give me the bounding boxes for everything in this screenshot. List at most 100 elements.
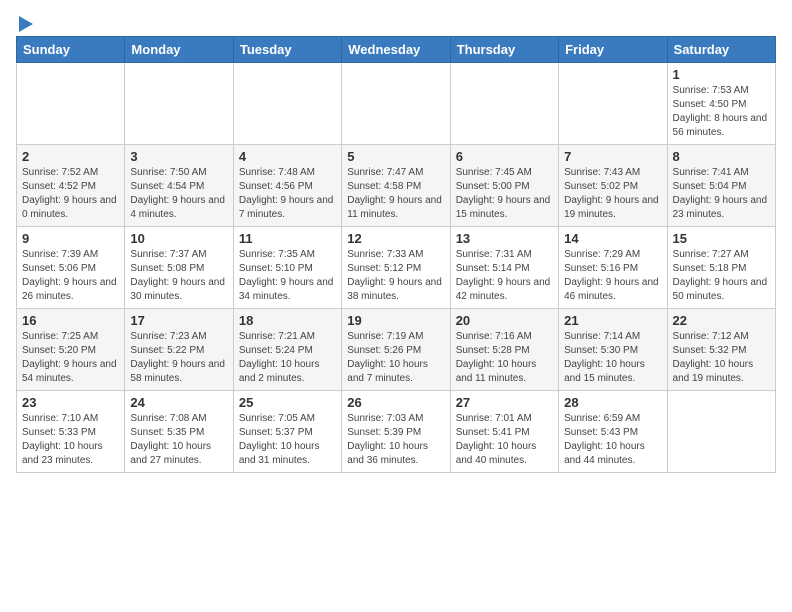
calendar-week-row: 2 Sunrise: 7:52 AM Sunset: 4:52 PM Daylig… (17, 145, 776, 227)
col-header-tuesday: Tuesday (233, 37, 341, 63)
col-header-thursday: Thursday (450, 37, 558, 63)
day-info: Sunrise: 7:43 AM Sunset: 5:02 PM Dayligh… (564, 166, 661, 222)
day-number: 21 (564, 313, 661, 328)
calendar-cell: 23 Sunrise: 7:10 AM Sunset: 5:33 PM Dayli… (17, 391, 125, 473)
day-info: Sunrise: 7:37 AM Sunset: 5:08 PM Dayligh… (130, 248, 227, 304)
day-info: Sunrise: 7:35 AM Sunset: 5:10 PM Dayligh… (239, 248, 336, 304)
calendar-cell: 18 Sunrise: 7:21 AM Sunset: 5:24 PM Dayli… (233, 309, 341, 391)
day-info: Sunrise: 7:33 AM Sunset: 5:12 PM Dayligh… (347, 248, 444, 304)
day-info: Sunrise: 7:05 AM Sunset: 5:37 PM Dayligh… (239, 412, 336, 468)
day-number: 28 (564, 395, 661, 410)
calendar-table: SundayMondayTuesdayWednesdayThursdayFrid… (16, 36, 776, 473)
col-header-wednesday: Wednesday (342, 37, 450, 63)
calendar-cell: 24 Sunrise: 7:08 AM Sunset: 5:35 PM Dayli… (125, 391, 233, 473)
page-header (16, 16, 776, 28)
calendar-week-row: 1 Sunrise: 7:53 AM Sunset: 4:50 PM Daylig… (17, 63, 776, 145)
col-header-friday: Friday (559, 37, 667, 63)
day-info: Sunrise: 7:52 AM Sunset: 4:52 PM Dayligh… (22, 166, 119, 222)
day-info: Sunrise: 7:48 AM Sunset: 4:56 PM Dayligh… (239, 166, 336, 222)
calendar-cell: 5 Sunrise: 7:47 AM Sunset: 4:58 PM Daylig… (342, 145, 450, 227)
calendar-cell (667, 391, 775, 473)
day-number: 15 (673, 231, 770, 246)
calendar-cell: 3 Sunrise: 7:50 AM Sunset: 4:54 PM Daylig… (125, 145, 233, 227)
day-info: Sunrise: 7:50 AM Sunset: 4:54 PM Dayligh… (130, 166, 227, 222)
day-number: 5 (347, 149, 444, 164)
calendar-cell: 8 Sunrise: 7:41 AM Sunset: 5:04 PM Daylig… (667, 145, 775, 227)
day-info: Sunrise: 7:45 AM Sunset: 5:00 PM Dayligh… (456, 166, 553, 222)
calendar-cell: 6 Sunrise: 7:45 AM Sunset: 5:00 PM Daylig… (450, 145, 558, 227)
day-info: Sunrise: 7:21 AM Sunset: 5:24 PM Dayligh… (239, 330, 336, 386)
day-number: 3 (130, 149, 227, 164)
day-info: Sunrise: 7:19 AM Sunset: 5:26 PM Dayligh… (347, 330, 444, 386)
calendar-week-row: 9 Sunrise: 7:39 AM Sunset: 5:06 PM Daylig… (17, 227, 776, 309)
day-number: 20 (456, 313, 553, 328)
day-info: Sunrise: 7:03 AM Sunset: 5:39 PM Dayligh… (347, 412, 444, 468)
calendar-cell: 27 Sunrise: 7:01 AM Sunset: 5:41 PM Dayli… (450, 391, 558, 473)
calendar-cell: 28 Sunrise: 6:59 AM Sunset: 5:43 PM Dayli… (559, 391, 667, 473)
day-info: Sunrise: 6:59 AM Sunset: 5:43 PM Dayligh… (564, 412, 661, 468)
day-number: 2 (22, 149, 119, 164)
calendar-cell: 19 Sunrise: 7:19 AM Sunset: 5:26 PM Dayli… (342, 309, 450, 391)
calendar-cell: 22 Sunrise: 7:12 AM Sunset: 5:32 PM Dayli… (667, 309, 775, 391)
day-number: 1 (673, 67, 770, 82)
day-number: 8 (673, 149, 770, 164)
col-header-monday: Monday (125, 37, 233, 63)
calendar-cell: 25 Sunrise: 7:05 AM Sunset: 5:37 PM Dayli… (233, 391, 341, 473)
day-number: 17 (130, 313, 227, 328)
day-number: 7 (564, 149, 661, 164)
day-number: 9 (22, 231, 119, 246)
col-header-saturday: Saturday (667, 37, 775, 63)
day-number: 25 (239, 395, 336, 410)
calendar-cell: 7 Sunrise: 7:43 AM Sunset: 5:02 PM Daylig… (559, 145, 667, 227)
day-info: Sunrise: 7:12 AM Sunset: 5:32 PM Dayligh… (673, 330, 770, 386)
calendar-cell: 26 Sunrise: 7:03 AM Sunset: 5:39 PM Dayli… (342, 391, 450, 473)
day-number: 10 (130, 231, 227, 246)
calendar-cell: 17 Sunrise: 7:23 AM Sunset: 5:22 PM Dayli… (125, 309, 233, 391)
day-number: 13 (456, 231, 553, 246)
calendar-cell: 14 Sunrise: 7:29 AM Sunset: 5:16 PM Dayli… (559, 227, 667, 309)
day-number: 24 (130, 395, 227, 410)
calendar-cell: 13 Sunrise: 7:31 AM Sunset: 5:14 PM Dayli… (450, 227, 558, 309)
calendar-cell (342, 63, 450, 145)
calendar-cell: 16 Sunrise: 7:25 AM Sunset: 5:20 PM Dayli… (17, 309, 125, 391)
calendar-cell: 11 Sunrise: 7:35 AM Sunset: 5:10 PM Dayli… (233, 227, 341, 309)
day-number: 18 (239, 313, 336, 328)
day-info: Sunrise: 7:39 AM Sunset: 5:06 PM Dayligh… (22, 248, 119, 304)
calendar-cell: 10 Sunrise: 7:37 AM Sunset: 5:08 PM Dayli… (125, 227, 233, 309)
calendar-cell (233, 63, 341, 145)
calendar-cell: 21Sunrise: 7:14 AM Sunset: 5:30 PM Dayli… (559, 309, 667, 391)
logo (16, 16, 33, 28)
calendar-week-row: 16 Sunrise: 7:25 AM Sunset: 5:20 PM Dayli… (17, 309, 776, 391)
day-number: 6 (456, 149, 553, 164)
day-info: Sunrise: 7:23 AM Sunset: 5:22 PM Dayligh… (130, 330, 227, 386)
col-header-sunday: Sunday (17, 37, 125, 63)
logo-arrow-icon (19, 16, 33, 32)
day-info: Sunrise: 7:25 AM Sunset: 5:20 PM Dayligh… (22, 330, 119, 386)
day-number: 27 (456, 395, 553, 410)
day-info: Sunrise: 7:53 AM Sunset: 4:50 PM Dayligh… (673, 84, 770, 140)
day-number: 4 (239, 149, 336, 164)
day-number: 23 (22, 395, 119, 410)
calendar-cell: 2 Sunrise: 7:52 AM Sunset: 4:52 PM Daylig… (17, 145, 125, 227)
day-info: Sunrise: 7:41 AM Sunset: 5:04 PM Dayligh… (673, 166, 770, 222)
day-info: Sunrise: 7:31 AM Sunset: 5:14 PM Dayligh… (456, 248, 553, 304)
calendar-cell: 4 Sunrise: 7:48 AM Sunset: 4:56 PM Daylig… (233, 145, 341, 227)
day-info: Sunrise: 7:29 AM Sunset: 5:16 PM Dayligh… (564, 248, 661, 304)
day-info: Sunrise: 7:27 AM Sunset: 5:18 PM Dayligh… (673, 248, 770, 304)
day-info: Sunrise: 7:08 AM Sunset: 5:35 PM Dayligh… (130, 412, 227, 468)
day-number: 14 (564, 231, 661, 246)
day-number: 19 (347, 313, 444, 328)
day-number: 11 (239, 231, 336, 246)
calendar-cell: 9 Sunrise: 7:39 AM Sunset: 5:06 PM Daylig… (17, 227, 125, 309)
calendar-cell: 1 Sunrise: 7:53 AM Sunset: 4:50 PM Daylig… (667, 63, 775, 145)
calendar-cell (559, 63, 667, 145)
calendar-cell: 15 Sunrise: 7:27 AM Sunset: 5:18 PM Dayli… (667, 227, 775, 309)
day-number: 22 (673, 313, 770, 328)
day-number: 16 (22, 313, 119, 328)
day-info: Sunrise: 7:10 AM Sunset: 5:33 PM Dayligh… (22, 412, 119, 468)
day-info: Sunrise: 7:01 AM Sunset: 5:41 PM Dayligh… (456, 412, 553, 468)
calendar-cell: 20Sunrise: 7:16 AM Sunset: 5:28 PM Dayli… (450, 309, 558, 391)
calendar-cell (125, 63, 233, 145)
day-info: Sunrise: 7:47 AM Sunset: 4:58 PM Dayligh… (347, 166, 444, 222)
day-number: 26 (347, 395, 444, 410)
